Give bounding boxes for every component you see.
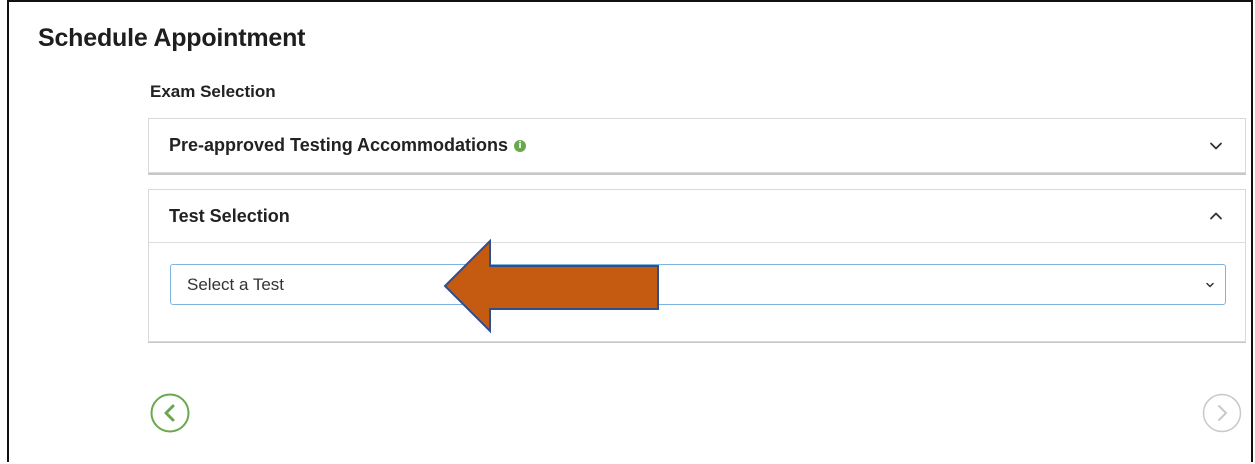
test-select-dropdown[interactable]: Select a Test bbox=[170, 264, 1226, 305]
previous-button[interactable] bbox=[150, 393, 190, 433]
section-label-exam-selection: Exam Selection bbox=[150, 82, 276, 101]
accommodations-panel: Pre-approved Testing Accommodations i bbox=[148, 118, 1246, 173]
chevron-up-icon[interactable] bbox=[1209, 209, 1223, 223]
test-selection-panel-header[interactable]: Test Selection bbox=[149, 190, 1245, 243]
test-selection-panel-title: Test Selection bbox=[169, 205, 290, 226]
accommodations-panel-title: Pre-approved Testing Accommodations bbox=[169, 135, 509, 155]
dropdown-caret-icon bbox=[1206, 282, 1214, 287]
page-title: Schedule Appointment bbox=[38, 24, 306, 52]
test-selection-panel: Test Selection Select a Test bbox=[148, 189, 1246, 342]
chevron-down-icon[interactable] bbox=[1209, 139, 1223, 153]
test-select-value: Select a Test bbox=[187, 274, 285, 294]
next-button[interactable] bbox=[1202, 393, 1242, 433]
info-icon[interactable]: i bbox=[514, 139, 527, 152]
accommodations-panel-header[interactable]: Pre-approved Testing Accommodations i bbox=[149, 119, 1245, 172]
